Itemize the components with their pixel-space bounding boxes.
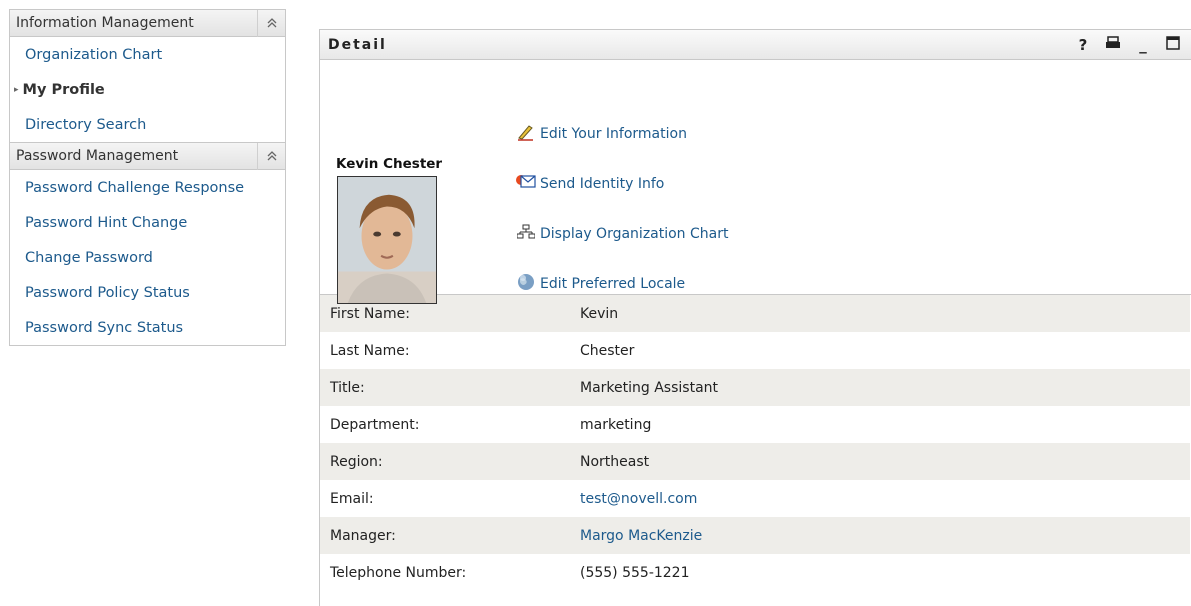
section-title: Password Management — [16, 148, 179, 164]
edit-information-link[interactable]: Edit Your Information — [516, 120, 728, 150]
current-item-marker-icon: ▸ — [14, 84, 19, 95]
sidebar-item-password-hint-change[interactable]: Password Hint Change — [10, 205, 285, 240]
field-label: Last Name: — [330, 342, 410, 359]
panel-header: Detail ? _ — [320, 30, 1191, 60]
table-row: First Name: Kevin — [320, 295, 1190, 332]
display-organization-chart-link[interactable]: Display Organization Chart — [516, 200, 728, 250]
detail-table: First Name: Kevin Last Name: Chester Tit… — [320, 295, 1190, 591]
sidebar-item-password-policy-status[interactable]: Password Policy Status — [10, 275, 285, 310]
section-title: Information Management — [16, 15, 194, 31]
manager-link[interactable]: Margo MacKenzie — [580, 528, 702, 544]
org-chart-icon — [516, 222, 536, 242]
field-value: Marketing Assistant — [580, 379, 719, 396]
sidebar-item-label: Change Password — [25, 249, 153, 266]
profile-name: Kevin Chester — [336, 156, 443, 172]
sidebar-item-label: Password Policy Status — [25, 284, 190, 301]
sidebar-item-label: Directory Search — [25, 116, 147, 133]
field-value: marketing — [580, 416, 652, 433]
field-label: Email: — [330, 490, 374, 507]
email-link[interactable]: test@novell.com — [580, 491, 697, 507]
table-row: Last Name: Chester — [320, 332, 1190, 369]
section-header-password-management[interactable]: Password Management — [10, 142, 285, 170]
edit-preferred-locale-link[interactable]: Edit Preferred Locale — [516, 250, 728, 300]
table-row: Department: marketing — [320, 406, 1190, 443]
profile-photo — [337, 176, 437, 304]
field-label: Manager: — [330, 527, 396, 544]
profile-section: Kevin Chester Edit Your Information Send… — [320, 60, 1191, 304]
sidebar-item-change-password[interactable]: Change Password — [10, 240, 285, 275]
table-row: Telephone Number: (555) 555-1221 — [320, 554, 1190, 591]
sidebar-item-label: Password Hint Change — [25, 214, 188, 231]
print-icon[interactable] — [1105, 35, 1121, 54]
sidebar-item-label: Organization Chart — [25, 46, 163, 63]
field-value: Northeast — [580, 453, 650, 470]
profile-actions: Edit Your Information Send Identity Info… — [516, 120, 728, 300]
action-label: Send Identity Info — [540, 176, 665, 192]
sidebar-item-password-challenge-response[interactable]: Password Challenge Response — [10, 170, 285, 205]
collapse-icon[interactable] — [257, 9, 285, 37]
table-row: Email: test@novell.com — [320, 480, 1190, 517]
envelope-icon — [516, 172, 536, 192]
send-identity-info-link[interactable]: Send Identity Info — [516, 150, 728, 200]
minimize-icon[interactable]: _ — [1135, 36, 1151, 54]
sidebar-item-my-profile[interactable]: ▸ My Profile — [10, 72, 285, 107]
collapse-icon[interactable] — [257, 142, 285, 170]
field-value: Chester — [580, 342, 635, 359]
section-header-information-management[interactable]: Information Management — [10, 9, 285, 37]
field-label: First Name: — [330, 305, 410, 322]
field-label: Title: — [330, 379, 365, 396]
sidebar-item-organization-chart[interactable]: Organization Chart — [10, 37, 285, 72]
action-label: Edit Your Information — [540, 126, 687, 142]
sidebar-item-label: Password Challenge Response — [25, 179, 245, 196]
field-label: Department: — [330, 416, 420, 433]
action-label: Display Organization Chart — [540, 226, 729, 242]
sidebar-item-label: My Profile — [22, 81, 105, 98]
sidebar-item-password-sync-status[interactable]: Password Sync Status — [10, 310, 285, 345]
maximize-icon[interactable] — [1165, 35, 1181, 54]
table-row: Title: Marketing Assistant — [320, 369, 1190, 406]
sidebar-item-label: Password Sync Status — [25, 319, 184, 336]
field-value: Kevin — [580, 305, 619, 322]
field-value: (555) 555-1221 — [580, 564, 690, 581]
table-row: Region: Northeast — [320, 443, 1190, 480]
field-label: Region: — [330, 453, 383, 470]
panel-title: Detail — [328, 36, 387, 53]
sidebar: Information Management Organization Char… — [9, 9, 286, 346]
table-row: Manager: Margo MacKenzie — [320, 517, 1190, 554]
field-label: Telephone Number: — [330, 564, 467, 581]
detail-panel: Detail ? _ Kevin Chester Edit Your Infor… — [319, 29, 1191, 606]
panel-tools: ? _ — [1075, 36, 1191, 54]
globe-icon — [516, 272, 536, 292]
action-label: Edit Preferred Locale — [540, 276, 686, 292]
sidebar-item-directory-search[interactable]: Directory Search — [10, 107, 285, 142]
pencil-icon — [516, 122, 536, 142]
help-icon[interactable]: ? — [1075, 36, 1091, 54]
